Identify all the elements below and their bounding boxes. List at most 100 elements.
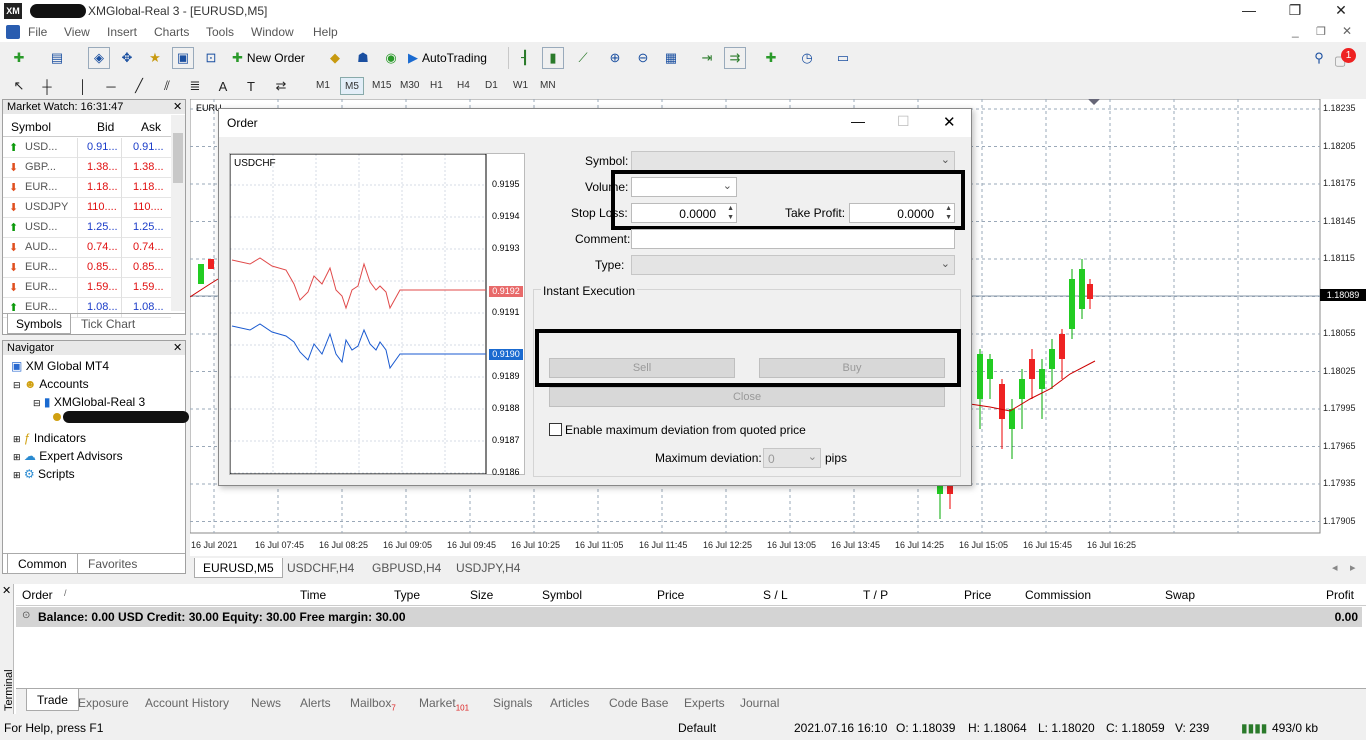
mdi-close-icon[interactable]: ✕ [1342,24,1352,38]
nav-indicators[interactable]: ⊞ ƒ Indicators [13,431,86,445]
new-order-button[interactable]: ✚ New Order [232,47,305,69]
market-watch-row[interactable]: ⬇ EUR... 1.18... 1.18... [3,178,171,198]
fibonacci-icon[interactable]: ≣ [184,75,206,97]
tab-trade[interactable]: Trade [26,689,79,711]
menu-insert[interactable]: Insert [107,25,137,39]
tf-h1[interactable]: H1 [426,77,447,95]
order-minimize-icon[interactable]: — [851,113,865,129]
tab-news[interactable]: News [251,696,281,710]
search-icon[interactable]: ⚲ [1308,47,1330,69]
col-swap[interactable]: Swap [1165,588,1195,602]
menu-charts[interactable]: Charts [154,25,189,39]
deviation-checkbox[interactable] [549,423,562,436]
nav-accounts[interactable]: ⊟ ☻ Accounts [13,377,89,391]
zoom-in-icon[interactable]: ⊕ [604,47,626,69]
mw-header-symbol[interactable]: Symbol [11,120,51,134]
col-sl[interactable]: S / L [763,588,788,602]
col-size[interactable]: Size [470,588,493,602]
chart-tab-usdjpy[interactable]: USDJPY,H4 [456,561,520,575]
market-watch-row[interactable]: ⬇ EUR... 0.85... 0.85... [3,258,171,278]
market-watch-row[interactable]: ⬇ USDJPY 110.... 110.... [3,198,171,218]
col-symbol[interactable]: Symbol [542,588,582,602]
tab-favorites[interactable]: Favorites [88,557,137,571]
chart-tab-gbpusd[interactable]: GBPUSD,H4 [372,561,441,575]
menu-help[interactable]: Help [313,25,338,39]
tf-h4[interactable]: H4 [453,77,474,95]
vertical-line-icon[interactable]: │ [72,75,94,97]
zoom-out-icon[interactable]: ⊖ [632,47,654,69]
tf-m1[interactable]: M1 [312,77,334,95]
mw-scroll-thumb[interactable] [173,133,183,183]
col-commission[interactable]: Commission [1025,588,1091,602]
restore-button[interactable]: ❐ [1280,2,1310,20]
close-button[interactable]: Close [549,387,945,407]
status-profile[interactable]: Default [678,721,716,735]
tf-m15[interactable]: M15 [368,77,395,95]
signals-icon[interactable]: ☗ [352,47,374,69]
tab-tick-chart[interactable]: Tick Chart [81,317,135,331]
tab-articles[interactable]: Articles [550,696,589,710]
market-icon[interactable]: ◉ [380,47,402,69]
tile-windows-icon[interactable]: ▦ [660,47,682,69]
market-watch-row[interactable]: ⬇ AUD... 0.74... 0.74... [3,238,171,258]
data-window-icon[interactable]: ✥ [116,47,138,69]
indicators-icon[interactable]: ✚ [760,47,782,69]
menu-file[interactable]: File [28,25,47,39]
tab-exposure[interactable]: Exposure [78,696,129,710]
chart-shift-icon[interactable]: ⇥ [696,47,718,69]
tab-signals[interactable]: Signals [493,696,532,710]
col-type[interactable]: Type [394,588,420,602]
minimize-button[interactable]: — [1234,2,1264,20]
text-icon[interactable]: A [212,75,234,97]
market-watch-close-icon[interactable]: ✕ [173,100,182,113]
nav-scripts[interactable]: ⊞ ⚙ Scripts [13,467,75,481]
label-icon[interactable]: T [240,75,262,97]
tab-alerts[interactable]: Alerts [300,696,331,710]
tf-m30[interactable]: M30 [396,77,423,95]
menu-view[interactable]: View [64,25,90,39]
tf-m5[interactable]: M5 [340,77,364,95]
navigator-close-icon[interactable]: ✕ [173,341,182,354]
tab-account-history[interactable]: Account History [145,696,229,710]
profiles-icon[interactable]: ▤ [46,47,68,69]
nav-expert-advisors[interactable]: ⊞ ☁ Expert Advisors [13,449,123,463]
new-chart-icon[interactable]: ✚ [8,47,30,69]
bar-chart-icon[interactable]: ┨ [514,47,536,69]
mw-header-bid[interactable]: Bid [97,120,114,134]
col-profit[interactable]: Profit [1326,588,1354,602]
cursor-icon[interactable]: ↖ [8,75,30,97]
trendline-icon[interactable]: ╱ [128,75,150,97]
channel-icon[interactable]: ⫽ [156,75,178,97]
menu-window[interactable]: Window [251,25,294,39]
tf-mn[interactable]: MN [536,77,560,95]
chart-tab-usdchf[interactable]: USDCHF,H4 [287,561,354,575]
tab-common[interactable]: Common [7,554,78,574]
order-maximize-icon[interactable]: ☐ [897,113,910,130]
tf-d1[interactable]: D1 [481,77,502,95]
autotrading-button[interactable]: ▶ AutoTrading [408,47,487,69]
line-chart-icon[interactable]: ⟋ [572,47,594,69]
mw-scrollbar[interactable] [171,115,185,311]
metaeditor-icon[interactable]: ◆ [324,47,346,69]
auto-scroll-icon[interactable]: ⇉ [724,47,746,69]
market-watch-icon[interactable]: ◈ [88,47,110,69]
comment-field[interactable] [631,229,955,249]
templates-icon[interactable]: ▭ [832,47,854,69]
market-watch-row[interactable]: ⬆ USD... 0.91... 0.91... [3,138,171,158]
col-tp[interactable]: T / P [863,588,888,602]
strategy-tester-icon[interactable]: ⊡ [200,47,222,69]
type-select[interactable]: ⌄ [631,255,955,275]
arrows-icon[interactable]: ⇄ [270,75,292,97]
balance-row[interactable]: ⊙ Balance: 0.00 USD Credit: 30.00 Equity… [16,607,1362,627]
terminal-icon[interactable]: ▣ [172,47,194,69]
tab-symbols[interactable]: Symbols [7,314,72,334]
candlestick-icon[interactable]: ▮ [542,47,564,69]
tab-scroll-left-icon[interactable]: ◂ [1332,561,1338,574]
col-price[interactable]: Price [657,588,684,602]
tab-code-base[interactable]: Code Base [609,696,668,710]
close-window-button[interactable]: ✕ [1326,2,1356,20]
tab-scroll-right-icon[interactable]: ▸ [1350,561,1356,574]
horizontal-line-icon[interactable]: ─ [100,75,122,97]
market-watch-row[interactable]: ⬆ USD... 1.25... 1.25... [3,218,171,238]
nav-account[interactable]: ⊟ ▮ XMGlobal-Real 3 [33,395,145,409]
